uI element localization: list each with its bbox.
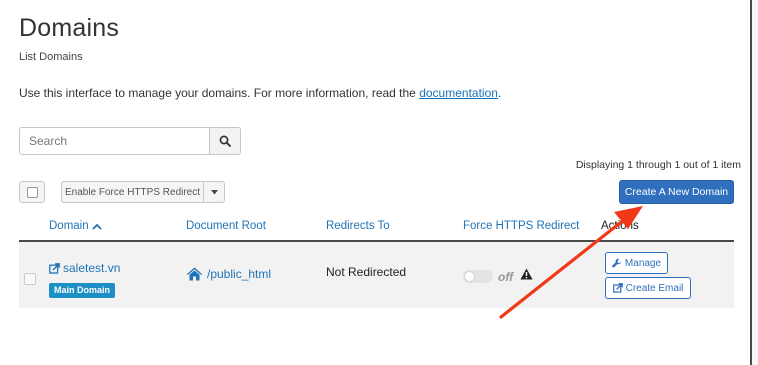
create-email-button[interactable]: Create Email (605, 277, 691, 299)
column-header-domain-label: Domain (49, 220, 89, 232)
search-box (19, 127, 241, 155)
search-input[interactable] (20, 128, 219, 154)
toggle-knob (464, 271, 475, 282)
column-header-actions: Actions (601, 220, 639, 232)
documentation-link[interactable]: documentation (419, 86, 498, 100)
force-https-redirect-button[interactable]: Enable Force HTTPS Redirect (61, 181, 204, 203)
main-domain-badge: Main Domain (49, 283, 116, 298)
force-https-toggle-label: off (498, 270, 514, 284)
domain-name: saletest.vn (63, 261, 121, 275)
wrench-icon (612, 258, 622, 268)
intro-text-end: . (497, 86, 502, 100)
force-https-dropdown-toggle[interactable] (203, 181, 225, 203)
search-button[interactable] (209, 128, 240, 154)
caret-down-icon (210, 189, 218, 194)
domain-link[interactable]: saletest.vn (49, 261, 120, 275)
create-email-button-label: Create Email (625, 282, 684, 294)
home-icon (186, 267, 203, 281)
redirect-status: Not Redirected (326, 265, 407, 279)
warning-icon (520, 268, 533, 280)
document-root-link[interactable]: /public_html (186, 267, 271, 281)
page-title: Domains (19, 14, 120, 42)
select-all-checkbox[interactable] (19, 181, 45, 203)
row-checkbox[interactable] (24, 273, 36, 285)
external-link-icon (49, 262, 60, 274)
pagination-summary: Displaying 1 through 1 out of 1 item (575, 159, 741, 171)
manage-button[interactable]: Manage (605, 252, 668, 274)
create-new-domain-button[interactable]: Create A New Domain (619, 180, 734, 204)
intro-text-body: Use this interface to manage your domain… (19, 86, 420, 100)
column-header-redirects-to[interactable]: Redirects To (326, 220, 390, 232)
intro-text: Use this interface to manage your domain… (19, 86, 501, 100)
column-header-document-root[interactable]: Document Root (186, 220, 266, 232)
panel-border (750, 0, 752, 365)
sort-ascending-icon (92, 223, 102, 230)
column-header-domain[interactable]: Domain (49, 220, 102, 232)
manage-button-label: Manage (624, 257, 662, 269)
force-https-toggle[interactable] (463, 270, 493, 283)
document-root-path: /public_html (207, 267, 272, 281)
external-link-icon (612, 283, 623, 293)
checkbox-box (26, 186, 38, 198)
page-subtitle: List Domains (19, 51, 83, 63)
search-icon (219, 135, 231, 147)
column-header-force-https[interactable]: Force HTTPS Redirect (463, 220, 579, 232)
